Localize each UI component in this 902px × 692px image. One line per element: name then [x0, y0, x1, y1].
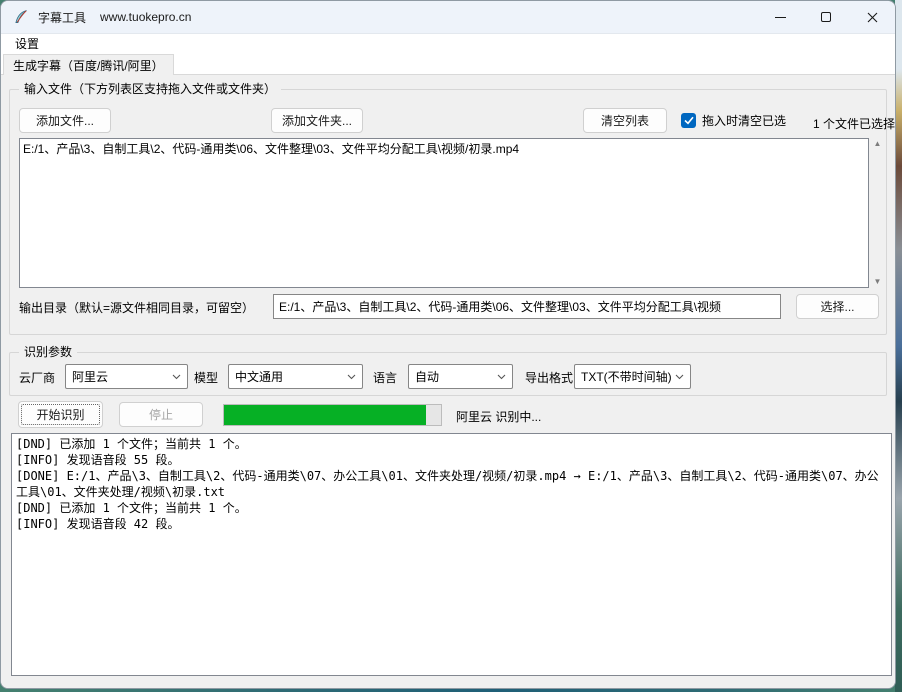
language-select[interactable]: 自动 [408, 364, 513, 389]
window-title-url: www.tuokepro.cn [100, 10, 191, 24]
model-select-value: 中文通用 [235, 368, 283, 385]
minimize-button[interactable] [757, 1, 803, 33]
close-icon [867, 12, 878, 23]
log-area[interactable]: [DND] 已添加 1 个文件；当前共 1 个。 [INFO] 发现语音段 55… [11, 433, 892, 676]
scroll-up-icon[interactable]: ▲ [874, 140, 882, 148]
stop-button[interactable]: 停止 [119, 402, 203, 427]
file-listbox[interactable]: E:/1、产品\3、自制工具\2、代码-通用类\06、文件整理\03、文件平均分… [19, 138, 869, 288]
chevron-down-icon [172, 374, 181, 380]
clear-on-drop-checkbox[interactable]: 拖入时清空已选 [681, 112, 786, 129]
app-window: 字幕工具 www.tuokepro.cn 设置 生成字幕（百度/腾讯/阿里） 输… [0, 0, 896, 689]
file-list-wrap: E:/1、产品\3、自制工具\2、代码-通用类\06、文件整理\03、文件平均分… [19, 138, 886, 288]
vendor-select[interactable]: 阿里云 [65, 364, 188, 389]
add-file-button[interactable]: 添加文件... [19, 108, 111, 133]
close-button[interactable] [849, 1, 895, 33]
log-line: [DND] 已添加 1 个文件；当前共 1 个。 [16, 500, 887, 516]
recognition-params-title: 识别参数 [19, 345, 77, 360]
model-select[interactable]: 中文通用 [228, 364, 363, 389]
log-line: [INFO] 发现语音段 42 段。 [16, 516, 887, 532]
app-feather-icon [13, 9, 29, 25]
chevron-down-icon [347, 374, 356, 380]
format-label: 导出格式 [525, 369, 573, 386]
format-select-value: TXT(不带时间轴) [581, 368, 672, 385]
progress-bar [223, 404, 442, 426]
tab-generate-subtitles[interactable]: 生成字幕（百度/腾讯/阿里） [3, 54, 174, 75]
language-label: 语言 [373, 369, 397, 386]
chevron-down-icon [497, 374, 506, 380]
recognition-status-text: 阿里云 识别中... [456, 408, 541, 425]
maximize-icon [821, 12, 831, 22]
output-dir-label: 输出目录（默认=源文件相同目录，可留空） [19, 299, 254, 316]
desktop-edge-strip [895, 0, 902, 692]
checkbox-checked-icon [681, 113, 696, 128]
chevron-down-icon [675, 374, 684, 380]
file-list-scrollbar[interactable]: ▲ ▼ [869, 138, 886, 288]
vendor-label: 云厂商 [19, 369, 55, 386]
scroll-down-icon[interactable]: ▼ [874, 278, 882, 286]
language-select-value: 自动 [415, 368, 439, 385]
menubar: 设置 [1, 33, 895, 53]
clear-on-drop-label: 拖入时清空已选 [702, 112, 786, 129]
vendor-select-value: 阿里云 [72, 368, 108, 385]
format-select[interactable]: TXT(不带时间轴) [574, 364, 691, 389]
browse-button[interactable]: 选择... [796, 294, 879, 319]
file-list-item[interactable]: E:/1、产品\3、自制工具\2、代码-通用类\06、文件整理\03、文件平均分… [23, 141, 865, 157]
progress-bar-fill [224, 405, 426, 425]
log-line: [DND] 已添加 1 个文件；当前共 1 个。 [16, 436, 887, 452]
input-files-group-title: 输入文件（下方列表区支持拖入文件或文件夹） [19, 82, 281, 97]
log-line: [DONE] E:/1、产品\3、自制工具\2、代码-通用类\07、办公工具\0… [16, 468, 887, 500]
tab-content: 输入文件（下方列表区支持拖入文件或文件夹） 添加文件... 添加文件夹... 清… [1, 75, 895, 688]
clear-list-button[interactable]: 清空列表 [583, 108, 667, 133]
maximize-button[interactable] [803, 1, 849, 33]
start-recognition-button[interactable]: 开始识别 [18, 401, 103, 428]
minimize-icon [775, 17, 786, 18]
log-line: [INFO] 发现语音段 55 段。 [16, 452, 887, 468]
start-recognition-label: 开始识别 [36, 406, 84, 423]
window-title: 字幕工具 [38, 9, 86, 26]
model-label: 模型 [194, 369, 218, 386]
selection-count-status: 1 个文件已选择 [813, 115, 895, 132]
output-dir-input[interactable]: E:/1、产品\3、自制工具\2、代码-通用类\06、文件整理\03、文件平均分… [273, 294, 781, 319]
titlebar[interactable]: 字幕工具 www.tuokepro.cn [1, 1, 895, 33]
tabstrip: 生成字幕（百度/腾讯/阿里） [1, 53, 895, 75]
menu-settings[interactable]: 设置 [10, 34, 44, 53]
add-folder-button[interactable]: 添加文件夹... [271, 108, 363, 133]
